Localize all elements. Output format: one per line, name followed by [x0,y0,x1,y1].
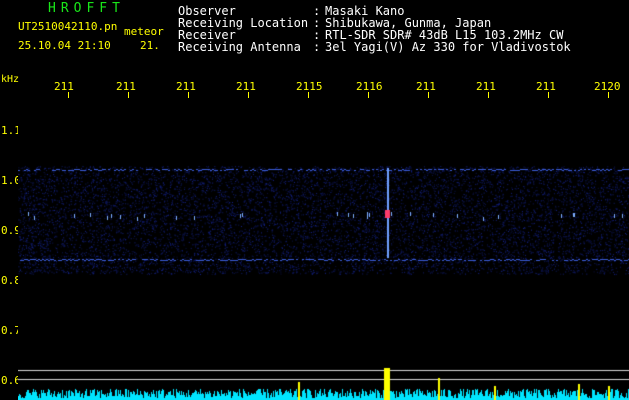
spectrogram-waterfall [18,98,629,400]
x-tick-label: 211 [536,80,556,93]
mode-label: meteor [124,25,164,38]
x-tick-label: 211 [236,80,256,93]
datetime: 25.10.04 21:10 [18,39,111,52]
x-tick-label: 211 [116,80,136,93]
info-antenna: Receiving Antenna:3el Yagi(V) Az 330 for… [178,40,571,54]
app-title: HROFFT [48,1,125,16]
x-tick-label: 211 [416,80,436,93]
x-tick-label: 211 [476,80,496,93]
info-label: Receiving Antenna [178,40,301,54]
x-tick-label: 211 [54,80,74,93]
x-tick-label: 211 [176,80,196,93]
x-tick-label: 2115 [296,80,323,93]
info-value: 3el Yagi(V) Az 330 for Vladivostok [325,40,571,54]
file-name: UT2510042110.pn [18,20,118,33]
time-offset: 21. [140,39,160,52]
x-tick-label: 2116 [356,80,383,93]
y-unit-label: kHz [1,74,20,85]
